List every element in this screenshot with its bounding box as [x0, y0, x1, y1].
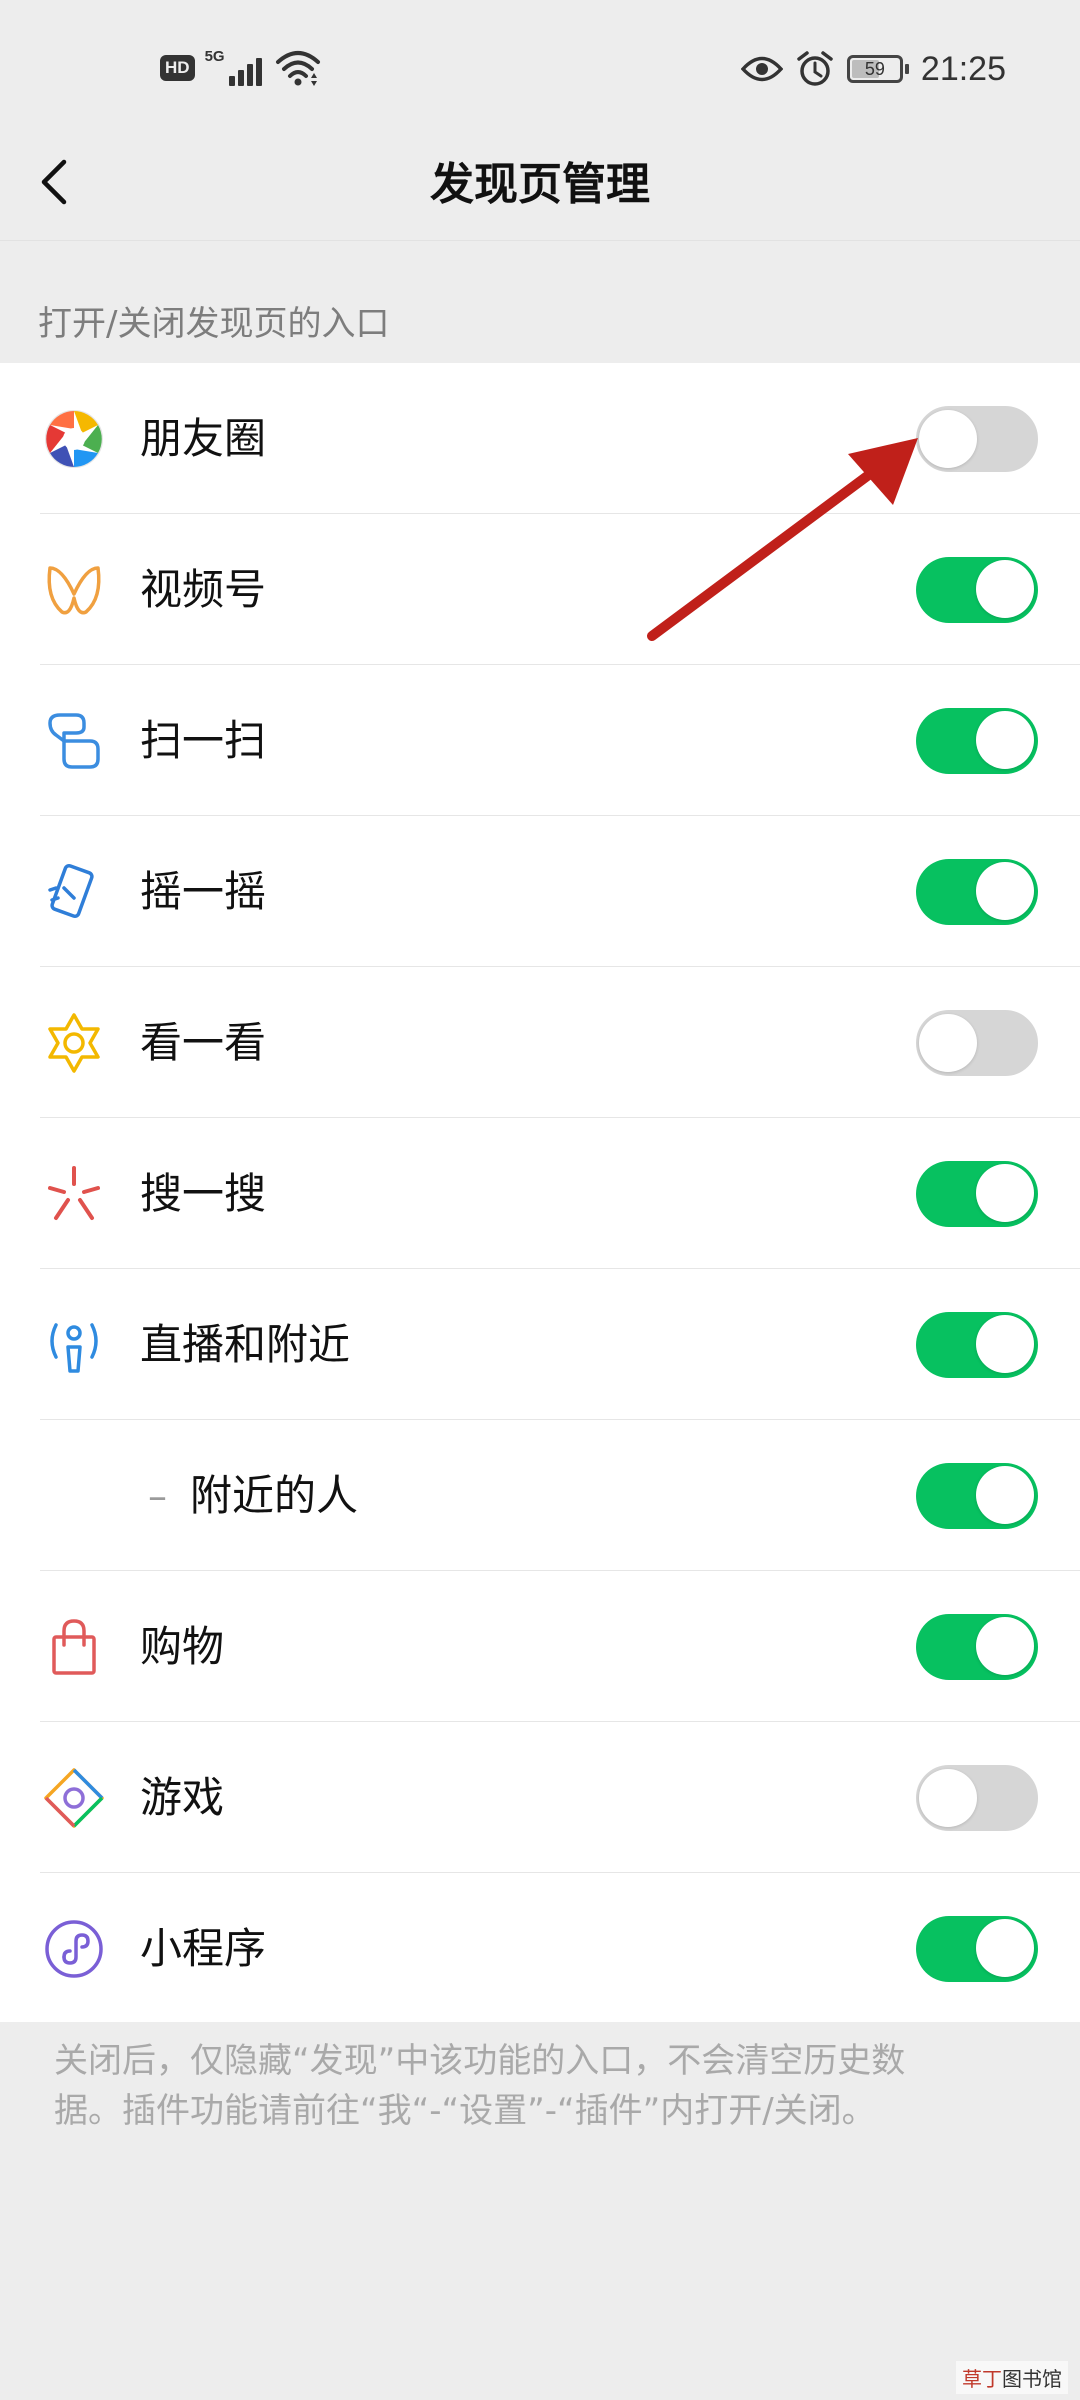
live-nearby-toggle[interactable]: [916, 1312, 1038, 1378]
shopping-toggle[interactable]: [916, 1614, 1038, 1680]
top-stories-toggle[interactable]: [916, 1010, 1038, 1076]
list-item-label: 直播和附近: [140, 1320, 351, 1369]
people-nearby-toggle[interactable]: [916, 1463, 1038, 1529]
live-nearby-icon: [50, 1323, 98, 1373]
list-item-label: 朋友圈: [140, 414, 267, 463]
toggle-knob: [976, 560, 1034, 618]
clock: 21:25: [920, 49, 1006, 88]
games-toggle[interactable]: [916, 1765, 1038, 1831]
list-item-label: 小程序: [140, 1924, 267, 1973]
list-item-shake: 摇一摇: [0, 816, 1080, 967]
footer-note: 关闭后，仅隐藏“发现”中该功能的入口，不会清空历史数 据。插件功能请前往“我“-…: [54, 2036, 1034, 2136]
list-item-label: 附近的人: [190, 1471, 359, 1520]
mini-program-icon: [45, 1920, 103, 1978]
top-stories-star-icon: [48, 1013, 100, 1073]
list-item-people-nearby: – 附近的人: [0, 1420, 1080, 1571]
list-item-label: 搜一搜: [140, 1169, 267, 1218]
mini-programs-toggle[interactable]: [916, 1916, 1038, 1982]
list-item-scan: 扫一扫: [0, 665, 1080, 816]
eye-icon: [740, 56, 783, 82]
toggle-knob: [976, 1919, 1034, 1977]
signal-icon: 5G: [205, 48, 265, 88]
toggle-knob: [976, 1315, 1034, 1373]
shake-phone-icon: [48, 863, 94, 919]
status-bar: HD 5G 59 21:25: [0, 0, 1080, 140]
section-caption: 打开/关闭发现页的入口: [38, 304, 390, 344]
toggle-knob: [976, 1617, 1034, 1675]
list-item-label: 扫一扫: [140, 716, 267, 765]
nav-bar: 发现页管理: [0, 120, 1080, 241]
channels-toggle[interactable]: [916, 557, 1038, 623]
page-title: 发现页管理: [430, 159, 650, 210]
list-item-search: 搜一搜: [0, 1118, 1080, 1269]
watermark-part: 图书馆: [1002, 2367, 1062, 2391]
toggle-knob: [976, 1466, 1034, 1524]
search-sparkle-icon: [48, 1166, 100, 1220]
shake-toggle[interactable]: [916, 859, 1038, 925]
list-item-label: 游戏: [140, 1773, 225, 1822]
sub-item-dash: –: [148, 1474, 167, 1518]
toggle-knob: [976, 862, 1034, 920]
list-item-channels: 视频号: [0, 514, 1080, 665]
hd-badge: HD: [160, 55, 195, 81]
moments-toggle[interactable]: [916, 406, 1038, 472]
status-bar-right: 59 21:25: [740, 44, 1006, 94]
battery-icon: 59: [846, 55, 909, 83]
footer-note-line: 据。插件功能请前往“我“-“设置”-“插件”内打开/关闭。: [54, 2091, 876, 2131]
list-item-moments: 朋友圈: [0, 363, 1080, 514]
toggle-knob: [919, 1769, 977, 1827]
wifi-icon: [275, 51, 320, 86]
list-item-shopping: 购物: [0, 1571, 1080, 1722]
scan-icon: [48, 713, 100, 769]
footer-note-line: 关闭后，仅隐藏“发现”中该功能的入口，不会清空历史数: [54, 2041, 906, 2081]
watermark-part: 草丁: [962, 2367, 1002, 2391]
moments-aperture-icon: [45, 410, 103, 468]
toggle-knob: [919, 1014, 977, 1072]
toggle-knob: [919, 410, 977, 468]
alarm-icon: [797, 51, 833, 86]
list-item-label: 视频号: [140, 565, 267, 614]
battery-percent: 59: [864, 59, 885, 79]
list-item-mini-programs: 小程序: [0, 1873, 1080, 2024]
list-item-top-stories: 看一看: [0, 967, 1080, 1118]
list-item-live-nearby: 直播和附近: [0, 1269, 1080, 1420]
shopping-bag-icon: [52, 1619, 96, 1675]
games-diamond-icon: [44, 1768, 104, 1828]
list-item-games: 游戏: [0, 1722, 1080, 1873]
watermark: 草丁图书馆: [956, 2361, 1068, 2394]
toggle-knob: [976, 711, 1034, 769]
status-bar-left: HD 5G: [160, 46, 321, 90]
channels-butterfly-icon: [47, 566, 101, 615]
list-item-label: 摇一摇: [140, 867, 267, 916]
scan-toggle[interactable]: [916, 708, 1038, 774]
network-type: 5G: [204, 48, 225, 65]
toggle-knob: [976, 1164, 1034, 1222]
list-item-label: 购物: [140, 1622, 225, 1671]
search-toggle[interactable]: [916, 1161, 1038, 1227]
discover-entries-list: 朋友圈 视频号 扫一扫 摇一摇 看一看 搜一搜 直播和附近 – 附近的人 购物 …: [0, 363, 1080, 2022]
list-item-label: 看一看: [140, 1018, 267, 1067]
